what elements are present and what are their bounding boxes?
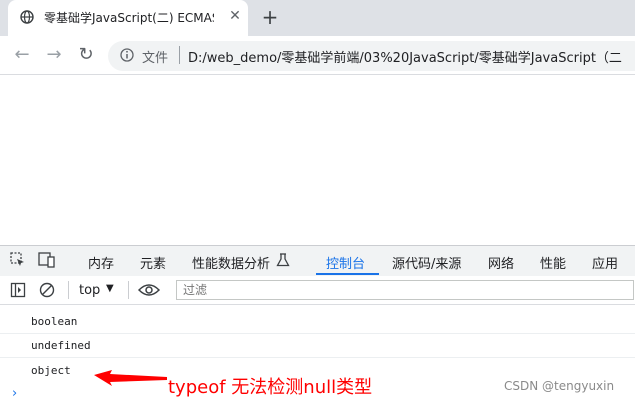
tab-title: 零基础学JavaScript(二) ECMAS — [44, 11, 214, 25]
watermark: CSDN @tengyuxin — [504, 379, 615, 393]
address-separator — [179, 46, 180, 64]
close-icon[interactable]: ✕ — [226, 7, 244, 25]
tab-application[interactable]: 应用 — [592, 253, 618, 272]
context-selector[interactable]: top — [79, 283, 100, 298]
caret-down-icon[interactable]: ▼ — [106, 283, 114, 294]
new-tab-button[interactable]: + — [258, 5, 282, 29]
tab-performance[interactable]: 性能 — [540, 253, 566, 272]
browser-tab[interactable]: 零基础学JavaScript(二) ECMAS ✕ — [8, 0, 248, 36]
tab-performance-insights[interactable]: 性能数据分析 — [192, 253, 270, 272]
tab-memory[interactable]: 内存 — [88, 253, 114, 272]
flask-icon — [276, 253, 290, 267]
arrow-left-icon — [94, 370, 167, 386]
globe-icon — [20, 10, 34, 24]
clear-console-icon[interactable] — [39, 282, 55, 298]
console-message: boolean — [31, 315, 78, 328]
annotation-text: typeof 无法检测null类型 — [168, 377, 373, 398]
scheme-label: 文件 — [142, 51, 169, 66]
console-message: undefined — [31, 339, 91, 352]
console-prompt[interactable]: › — [12, 386, 17, 401]
tab-network[interactable]: 网络 — [488, 253, 514, 272]
toolbar-divider — [128, 281, 129, 299]
url-text[interactable]: D:/web_demo/零基础学前端/03%20JavaScript/零基础学J… — [188, 47, 622, 66]
eye-icon[interactable] — [138, 283, 160, 297]
console-row — [0, 333, 635, 358]
tab-console[interactable]: 控制台 — [326, 253, 365, 272]
console-message: object — [31, 364, 71, 377]
filter-input[interactable] — [176, 280, 634, 300]
info-icon[interactable] — [120, 48, 134, 62]
tab-elements[interactable]: 元素 — [140, 253, 166, 272]
console-row — [0, 309, 635, 334]
device-toggle-icon[interactable] — [38, 252, 56, 268]
active-tab-indicator — [316, 273, 379, 275]
reload-icon[interactable]: ↻ — [75, 44, 97, 66]
forward-arrow-icon[interactable]: → — [43, 44, 65, 66]
sidebar-toggle-icon[interactable] — [10, 282, 26, 298]
inspect-element-icon[interactable] — [10, 252, 26, 268]
tab-sources[interactable]: 源代码/来源 — [392, 253, 461, 272]
toolbar-divider — [68, 281, 69, 299]
back-arrow-icon[interactable]: ← — [11, 44, 33, 66]
